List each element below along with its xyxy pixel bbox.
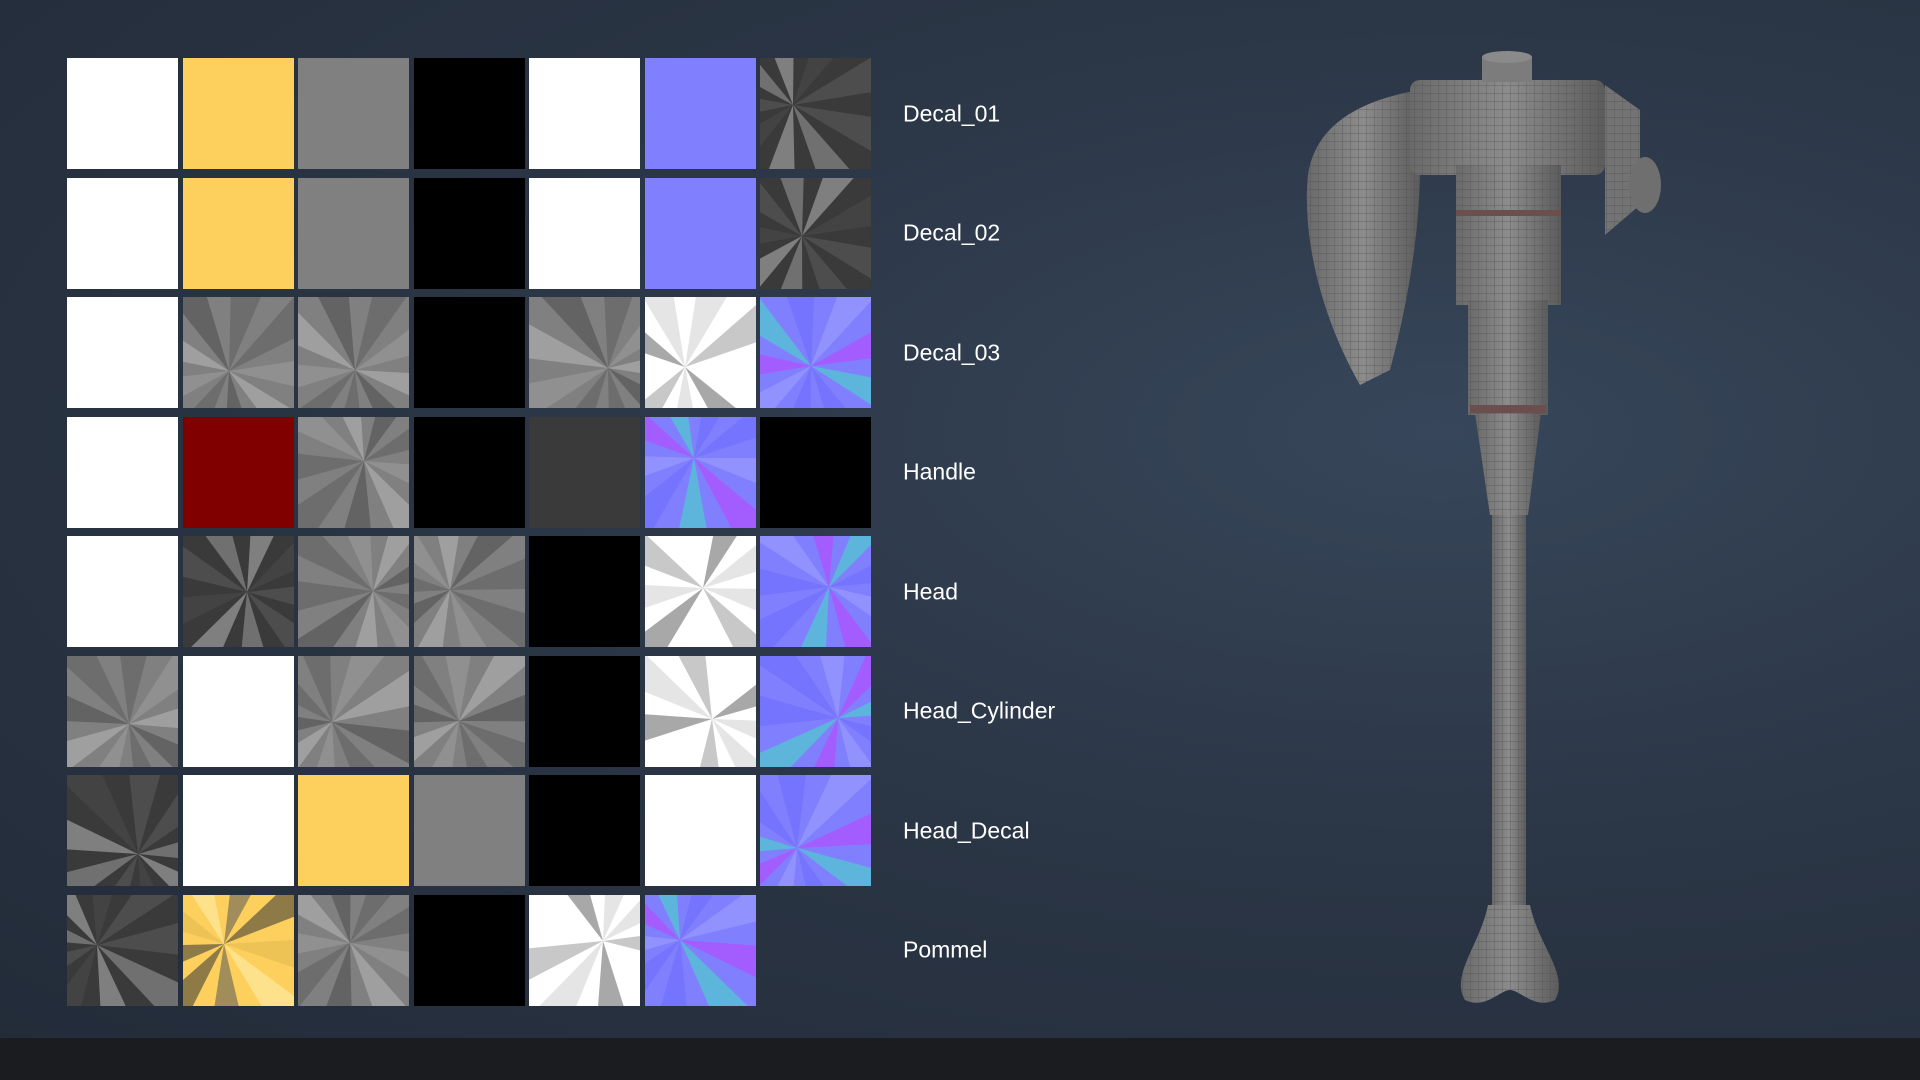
texture-tile [529, 177, 640, 289]
texture-tile [644, 416, 756, 528]
material-label: Head [903, 578, 958, 604]
material-label: Decal_01 [903, 100, 1001, 126]
texture-tile [413, 177, 525, 289]
texture-tile [760, 416, 871, 528]
texture-tile [182, 775, 294, 886]
texture-tile [760, 177, 871, 289]
texture-tile [298, 775, 409, 886]
texture-tile [529, 536, 640, 647]
texture-tile [298, 297, 409, 408]
texture-tile [760, 775, 871, 886]
material-label: Handle [903, 458, 976, 485]
bottom-bar [0, 1038, 1920, 1080]
texture-tile [644, 297, 756, 408]
texture-tile [529, 775, 640, 886]
texture-tile [67, 655, 178, 767]
material-label: Pommel [903, 936, 988, 963]
material-label: Decal_02 [903, 219, 1001, 246]
texture-tile [644, 655, 756, 767]
texture-tile [67, 416, 178, 528]
texture-tile [644, 536, 756, 647]
texture-tile [298, 536, 409, 647]
texture-tile [644, 177, 756, 289]
texture-tile [413, 416, 525, 528]
texture-tile [298, 894, 409, 1006]
texture-tile [182, 655, 294, 767]
texture-tile [760, 655, 871, 767]
material-label: Head_Cylinder [903, 697, 1056, 724]
texture-tile [182, 58, 294, 169]
texture-tile [67, 177, 178, 289]
texture-tile [182, 536, 294, 647]
material-label: Head_Decal [903, 817, 1030, 843]
texture-tile [413, 536, 525, 647]
material-label: Decal_03 [903, 339, 1001, 365]
texture-tile [760, 297, 871, 408]
texture-tile [67, 536, 178, 647]
texture-tile [67, 297, 178, 408]
hammer-wireframe-icon [1306, 51, 1661, 1003]
texture-tile [182, 894, 294, 1006]
texture-tile [413, 894, 525, 1006]
texture-tile [182, 177, 294, 289]
texture-tile [413, 297, 525, 408]
texture-tile [760, 536, 871, 647]
texture-tile [67, 58, 178, 169]
texture-tile [298, 416, 409, 528]
texture-tile [529, 58, 640, 169]
texture-tile [182, 416, 294, 528]
texture-tile [413, 775, 525, 886]
texture-tile [298, 177, 409, 289]
texture-tile [644, 58, 756, 169]
texture-tile [529, 655, 640, 767]
texture-tile [529, 416, 640, 528]
texture-tile [182, 297, 294, 408]
texture-tile [644, 894, 756, 1006]
texture-tile [413, 655, 525, 767]
texture-tile [644, 775, 756, 886]
texture-tile [413, 58, 525, 169]
texture-tile [298, 655, 409, 767]
texture-tile [529, 894, 640, 1006]
texture-tile [67, 894, 178, 1006]
texture-tile [529, 297, 640, 408]
texture-tile [298, 58, 409, 169]
texture-tile [760, 58, 871, 169]
texture-tile [67, 775, 178, 886]
